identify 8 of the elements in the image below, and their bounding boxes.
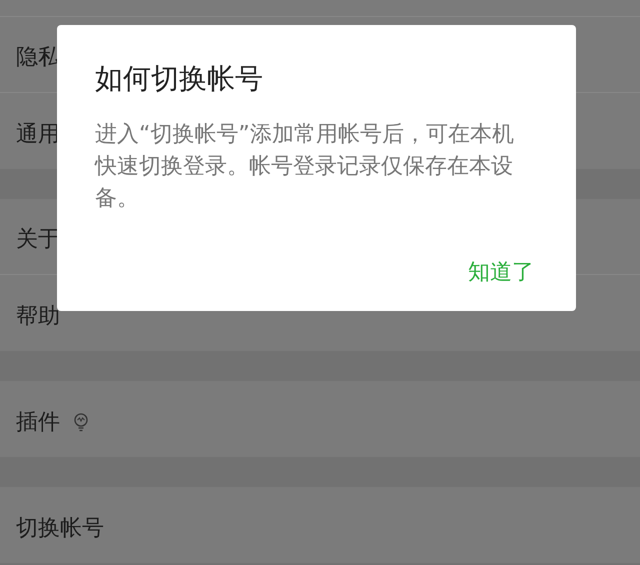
settings-item[interactable]: 帮助 — [16, 300, 60, 332]
settings-item[interactable]: 插件 — [16, 406, 60, 438]
dialog-title: 如何切换帐号 — [95, 61, 264, 97]
settings-item[interactable]: 切换帐号 — [16, 512, 104, 544]
lightbulb-icon — [72, 411, 90, 433]
dialog-message: 进入“切换帐号”添加常用帐号后，可在本机快速切换登录。帐号登录记录仅保存在本设备。 — [95, 121, 515, 213]
settings-item[interactable]: 关于 — [16, 223, 60, 256]
got-it-button[interactable]: 知道了 — [464, 256, 538, 289]
